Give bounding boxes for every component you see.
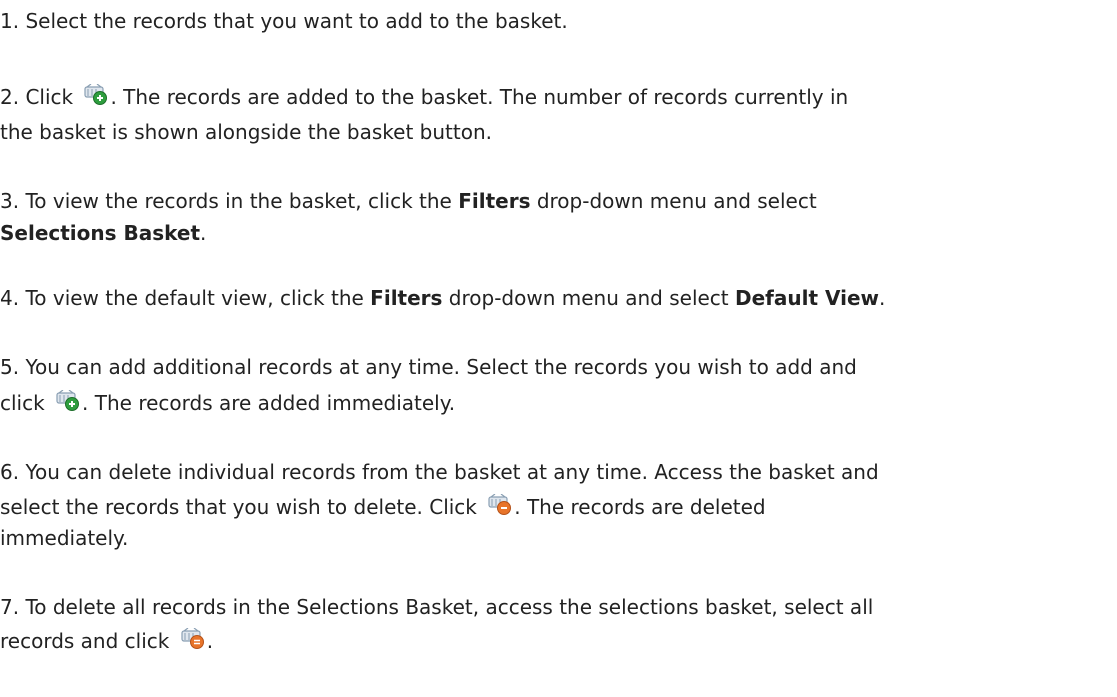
step-7-text-a: 7. To delete all records in the Selectio… (0, 595, 874, 619)
step-3-line-1: 3. To view the records in the basket, cl… (0, 185, 817, 218)
step-3-line-2: Selections Basket. (0, 217, 206, 250)
step-2-line-1: 2. Click . The records are added to the … (0, 81, 848, 114)
basket-add-icon (83, 84, 109, 106)
step-3-text-b: drop-down menu and select (530, 189, 817, 213)
step-1-text: 1. Select the records that you want to a… (0, 9, 568, 33)
step-2-text-b: . The records are added to the basket. T… (110, 85, 849, 109)
basket-remove-all-icon (180, 628, 206, 650)
step-6-line-3: immediately. (0, 522, 128, 555)
step-2-line-2: the basket is shown alongside the basket… (0, 116, 492, 149)
step-5-line-1: 5. You can add additional records at any… (0, 351, 857, 384)
step-6-text-d: immediately. (0, 526, 129, 550)
step-4-text-a: 4. To view the default view, click the (0, 286, 371, 310)
step-5-line-2: click . The records are added immediatel… (0, 387, 455, 420)
step-5-text-a: 5. You can add additional records at any… (0, 355, 857, 379)
step-2-text-c: the basket is shown alongside the basket… (0, 120, 492, 144)
step-7-line-1: 7. To delete all records in the Selectio… (0, 591, 873, 624)
step-3-text-a: 3. To view the records in the basket, cl… (0, 189, 459, 213)
step-7-text-b: records and click (0, 629, 176, 653)
step-6-line-1: 6. You can delete individual records fro… (0, 456, 879, 489)
basket-remove-icon (487, 494, 513, 516)
step-6-line-2: select the records that you wish to dele… (0, 491, 766, 524)
step-2-text-a: 2. Click (0, 85, 80, 109)
step-6-text-a: 6. You can delete individual records fro… (0, 460, 879, 484)
selections-basket-ref: Selections Basket (0, 221, 201, 245)
filters-menu-ref: Filters (458, 189, 531, 213)
step-6-text-c: . The records are deleted (514, 495, 766, 519)
step-7-line-2: records and click . (0, 625, 213, 658)
step-1: 1. Select the records that you want to a… (0, 5, 568, 38)
step-4: 4. To view the default view, click the F… (0, 282, 885, 315)
step-3-text-end: . (200, 221, 207, 245)
step-4-text-mid: drop-down menu and select (442, 286, 736, 310)
step-6-text-b: select the records that you wish to dele… (0, 495, 484, 519)
step-4-text-end: . (879, 286, 886, 310)
default-view-ref: Default View (735, 286, 880, 310)
step-5-text-c: . The records are added immediately. (82, 391, 456, 415)
help-document: 1. Select the records that you want to a… (0, 0, 1117, 697)
step-5-text-b: click (0, 391, 52, 415)
filters-menu-ref: Filters (370, 286, 443, 310)
basket-add-icon (55, 390, 81, 412)
step-7-text-end: . (206, 629, 214, 653)
